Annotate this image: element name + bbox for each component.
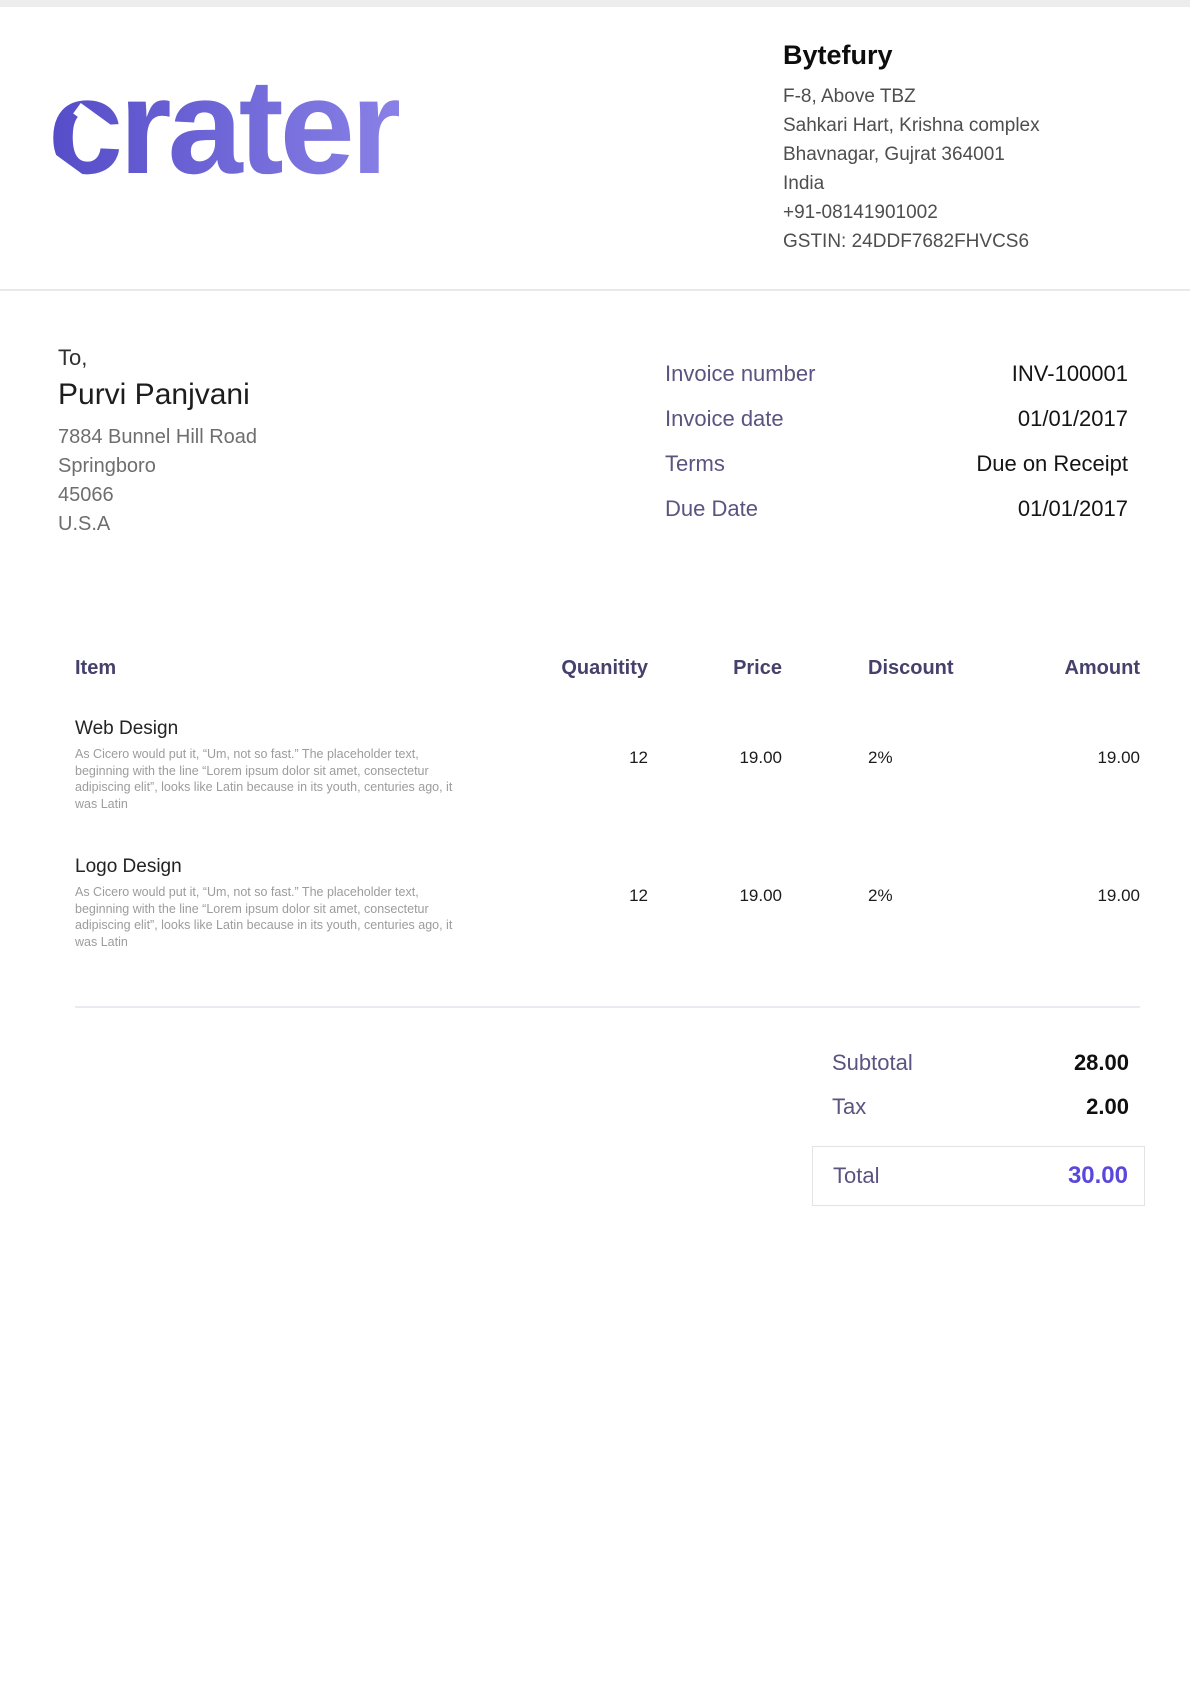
totals-block: Subtotal 28.00 Tax 2.00 Total 30.00	[812, 1048, 1145, 1206]
item-name: Logo Design	[75, 854, 475, 880]
invoice-page: crater Bytefury F-8, Above TBZ Sahkari H…	[0, 0, 1190, 1684]
table-row: Logo Design As Cicero would put it, “Um,…	[75, 854, 1140, 992]
customer-address: 7884 Bunnel Hill Road Springboro 45066 U…	[58, 423, 257, 539]
terms-value: Due on Receipt	[976, 449, 1128, 479]
company-gstin: GSTIN: 24DDF7682FHVCS6	[783, 227, 1128, 256]
company-address-line: Bhavnagar, Gujrat 364001	[783, 140, 1128, 169]
logo-cut-icon	[400, 115, 437, 146]
items-table-header-row: Item Quanitity Price Discount Amount	[75, 657, 1140, 716]
invoice-header: crater Bytefury F-8, Above TBZ Sahkari H…	[0, 7, 1190, 291]
due-date-value: 01/01/2017	[1018, 494, 1128, 524]
invoice-date-row: Invoice date 01/01/2017	[665, 404, 1128, 434]
invoice-number-row: Invoice number INV-100001	[665, 359, 1128, 389]
item-name: Web Design	[75, 716, 475, 742]
company-block: Bytefury F-8, Above TBZ Sahkari Hart, Kr…	[783, 37, 1128, 256]
customer-name: Purvi Panjvani	[58, 375, 257, 415]
terms-row: Terms Due on Receipt	[665, 449, 1128, 479]
item-description: As Cicero would put it, “Um, not so fast…	[75, 884, 475, 950]
terms-label: Terms	[665, 449, 725, 479]
column-header-amount: Amount	[995, 657, 1140, 716]
company-address-line: India	[783, 169, 1128, 198]
tax-value: 2.00	[1086, 1092, 1129, 1122]
totals-divider	[75, 1006, 1140, 1008]
column-header-quantity: Quanitity	[475, 657, 648, 716]
invoice-date-label: Invoice date	[665, 404, 784, 434]
item-price: 19.00	[648, 854, 782, 992]
item-amount: 19.00	[995, 854, 1140, 992]
item-discount: 2%	[782, 716, 995, 854]
company-address-line: F-8, Above TBZ	[783, 82, 1128, 111]
bill-to-label: To,	[58, 343, 257, 373]
page-top-strip	[0, 0, 1190, 7]
subtotal-label: Subtotal	[832, 1048, 913, 1078]
invoice-date-value: 01/01/2017	[1018, 404, 1128, 434]
company-address-line: Sahkari Hart, Krishna complex	[783, 111, 1128, 140]
tax-row: Tax 2.00	[812, 1092, 1145, 1122]
company-name: Bytefury	[783, 37, 1128, 73]
tax-label: Tax	[832, 1092, 866, 1122]
bill-to-block: To, Purvi Panjvani 7884 Bunnel Hill Road…	[58, 343, 257, 539]
crater-logo: crater	[48, 63, 399, 191]
customer-address-line: Springboro	[58, 452, 257, 481]
customer-address-line: 45066	[58, 481, 257, 510]
item-quantity: 12	[475, 854, 648, 992]
subtotal-value: 28.00	[1074, 1048, 1129, 1078]
item-description: As Cicero would put it, “Um, not so fast…	[75, 746, 475, 812]
total-value: 30.00	[1068, 1162, 1128, 1190]
customer-address-line: U.S.A	[58, 510, 257, 539]
column-header-item: Item	[75, 657, 475, 716]
column-header-price: Price	[648, 657, 782, 716]
invoice-number-value: INV-100001	[1012, 359, 1128, 389]
company-phone: +91-08141901002	[783, 198, 1128, 227]
invoice-meta-block: Invoice number INV-100001 Invoice date 0…	[665, 359, 1128, 539]
items-table: Item Quanitity Price Discount Amount Web…	[75, 657, 1140, 992]
table-row: Web Design As Cicero would put it, “Um, …	[75, 716, 1140, 854]
total-label: Total	[833, 1163, 879, 1189]
billing-section: To, Purvi Panjvani 7884 Bunnel Hill Road…	[0, 343, 1190, 539]
total-box: Total 30.00	[812, 1146, 1145, 1206]
column-header-discount: Discount	[782, 657, 995, 716]
item-price: 19.00	[648, 716, 782, 854]
item-quantity: 12	[475, 716, 648, 854]
due-date-label: Due Date	[665, 494, 758, 524]
item-discount: 2%	[782, 854, 995, 992]
subtotal-row: Subtotal 28.00	[812, 1048, 1145, 1078]
invoice-number-label: Invoice number	[665, 359, 815, 389]
due-date-row: Due Date 01/01/2017	[665, 494, 1128, 524]
item-amount: 19.00	[995, 716, 1140, 854]
customer-address-line: 7884 Bunnel Hill Road	[58, 423, 257, 452]
